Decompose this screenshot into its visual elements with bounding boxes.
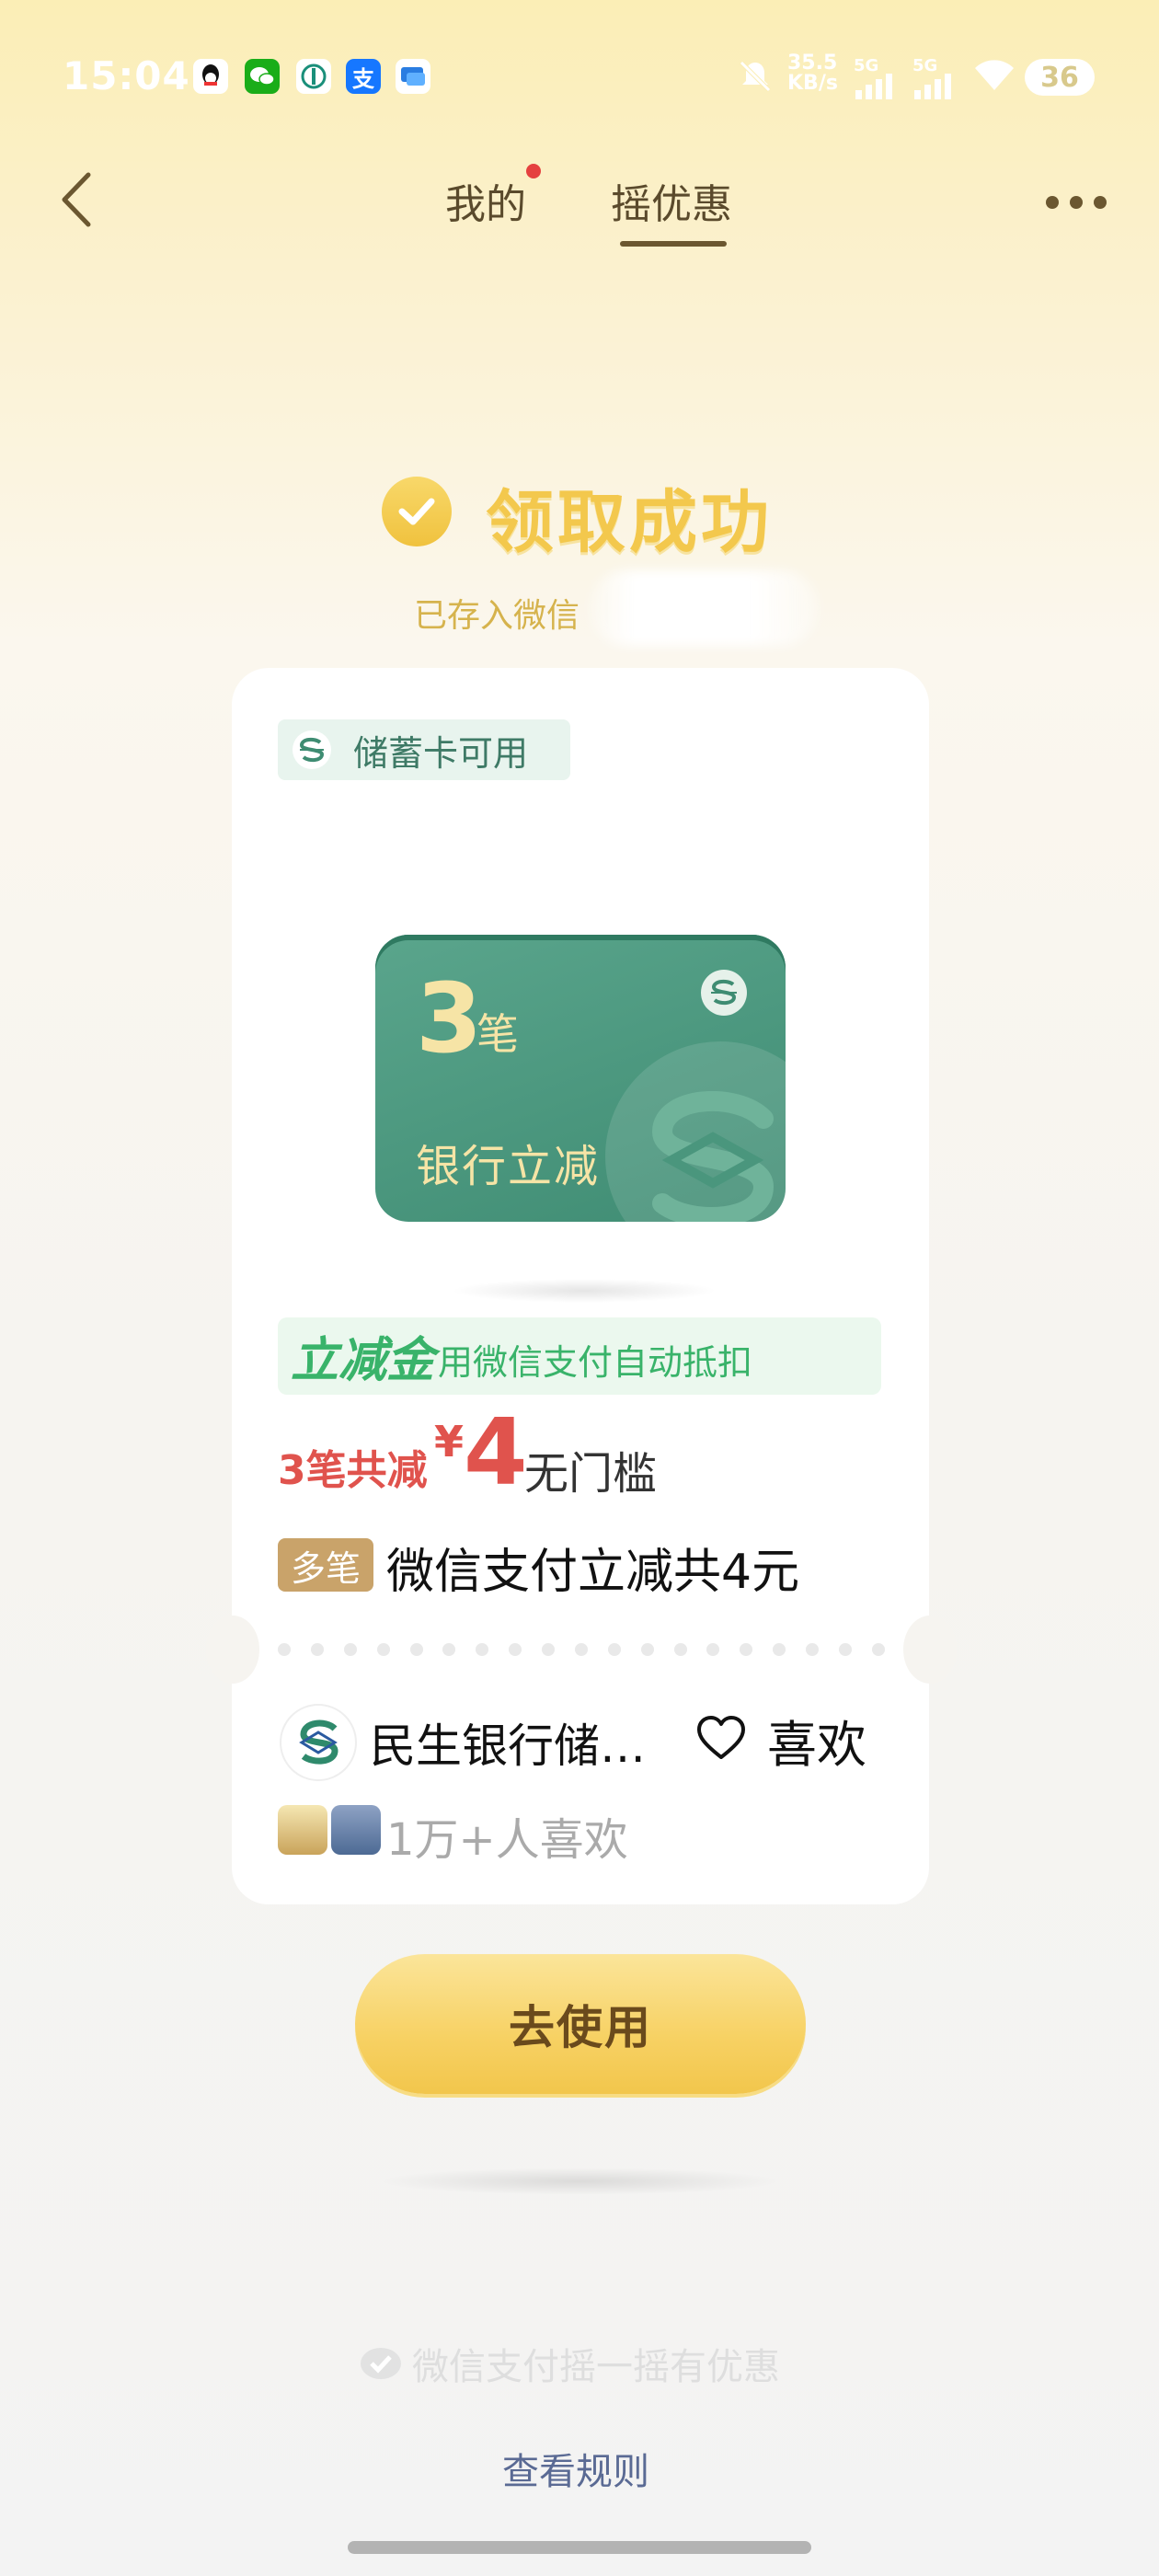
- button-shadow: [377, 2168, 782, 2195]
- use-button[interactable]: 去使用: [355, 1954, 806, 2094]
- active-tab-indicator: [620, 241, 727, 247]
- message-app-icon: [396, 59, 430, 94]
- discount-prefix: 3笔共减: [278, 1447, 428, 1494]
- notification-dot: [526, 164, 541, 178]
- discount-amount: 4: [464, 1398, 528, 1506]
- perforation-divider: [278, 1643, 885, 1656]
- coupon-image-label: 银行立减: [416, 1141, 601, 1192]
- status-bar: 15:04 支 35.5 KB/s 5G 5G 36: [0, 0, 1159, 156]
- mute-icon: [736, 57, 775, 99]
- signal-5g-1: 5G: [854, 53, 909, 99]
- currency-symbol: ¥: [434, 1417, 465, 1466]
- lijian-title: 立减金: [291, 1333, 435, 1388]
- success-check-icon: [382, 477, 452, 546]
- coupon-count: 3: [416, 962, 483, 1075]
- multi-badge: 多笔: [278, 1538, 373, 1592]
- chevron-left-icon: [62, 172, 91, 227]
- success-title: 领取成功: [486, 483, 773, 562]
- stored-text: 已存入微信: [414, 597, 580, 635]
- status-time: 15:04: [63, 53, 190, 98]
- wifi-icon: [971, 57, 1017, 98]
- network-speed: 35.5 KB/s: [787, 52, 838, 95]
- avatar: [278, 1805, 327, 1855]
- lijian-desc: 用微信支付自动抵扣: [438, 1342, 753, 1383]
- bank-app-icon: [296, 59, 331, 94]
- bank-watermark-icon: [651, 1091, 775, 1222]
- redacted-block: [589, 570, 819, 646]
- likes-count: 1万+人喜欢: [386, 1814, 628, 1866]
- tab-mine[interactable]: 我的: [445, 171, 526, 230]
- bank-logo-small-icon: [293, 730, 331, 769]
- tab-shake-discount[interactable]: 摇优惠: [611, 171, 732, 230]
- more-dots-icon: [1046, 196, 1107, 209]
- coupon-count-unit: 笔: [476, 1009, 519, 1059]
- qq-icon: [193, 59, 228, 94]
- heart-icon[interactable]: [695, 1713, 747, 1765]
- alipay-icon: 支: [346, 59, 381, 94]
- signal-5g-2: 5G: [912, 53, 968, 99]
- card-notch-left: [206, 1616, 259, 1684]
- back-button[interactable]: [55, 167, 110, 232]
- like-button[interactable]: 喜欢: [767, 1704, 866, 1777]
- avatar: [331, 1805, 381, 1855]
- bank-logo-icon: [701, 970, 747, 1016]
- card-type-label: 储蓄卡可用: [353, 733, 529, 774]
- card-notch-right: [903, 1616, 957, 1684]
- signal-label: 5G: [912, 56, 938, 75]
- signal-label: 5G: [854, 56, 879, 75]
- coupon-image-shadow: [451, 1279, 717, 1303]
- bank-logo-icon[interactable]: [280, 1704, 357, 1781]
- wechat-icon: [245, 59, 280, 94]
- home-indicator[interactable]: [348, 2541, 811, 2554]
- footer-brand: 微信支付摇一摇有优惠: [359, 2337, 780, 2390]
- more-menu-button[interactable]: [1039, 191, 1113, 213]
- multi-desc: 微信支付立减共4元: [386, 1545, 800, 1600]
- bank-name[interactable]: 民生银行储…: [370, 1709, 646, 1776]
- footer-brand-text: 微信支付摇一摇有优惠: [412, 2346, 780, 2388]
- no-threshold-label: 无门槛: [524, 1448, 658, 1500]
- coupon-image: 3 笔 银行立减: [375, 935, 786, 1222]
- rules-link[interactable]: 查看规则: [502, 2442, 649, 2495]
- battery-indicator: 36: [1025, 59, 1095, 96]
- wechat-pay-icon: [361, 2348, 401, 2379]
